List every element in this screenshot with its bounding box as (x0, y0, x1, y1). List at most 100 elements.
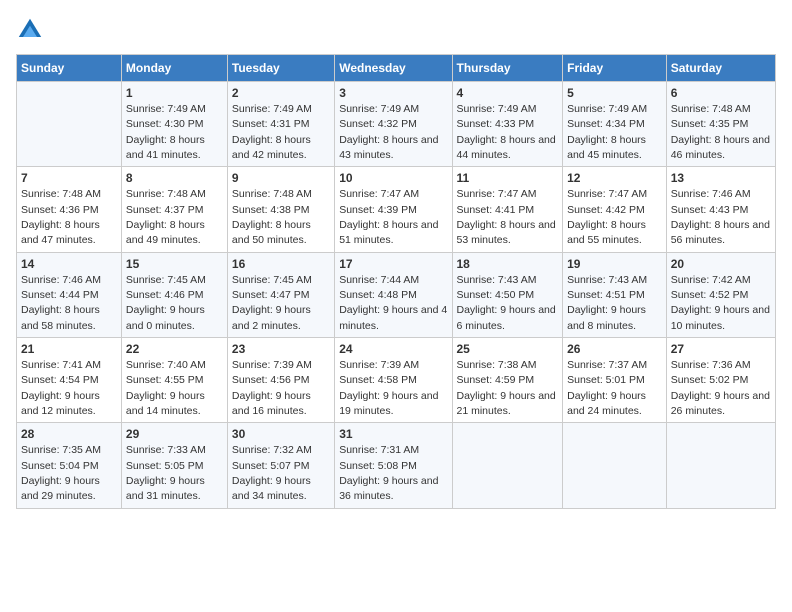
daylight-text: Daylight: 9 hours and 12 minutes. (21, 390, 100, 417)
day-number: 9 (232, 170, 330, 187)
sunrise-text: Sunrise: 7:48 AM (671, 103, 751, 115)
sunset-text: Sunset: 4:32 PM (339, 118, 417, 130)
calendar-cell: 8 Sunrise: 7:48 AM Sunset: 4:37 PM Dayli… (121, 167, 227, 252)
sunset-text: Sunset: 4:38 PM (232, 204, 310, 216)
sunset-text: Sunset: 4:59 PM (457, 374, 535, 386)
calendar-cell: 7 Sunrise: 7:48 AM Sunset: 4:36 PM Dayli… (17, 167, 122, 252)
day-number: 6 (671, 85, 771, 102)
day-number: 23 (232, 341, 330, 358)
day-number: 29 (126, 426, 223, 443)
sunset-text: Sunset: 4:44 PM (21, 289, 99, 301)
calendar-cell: 9 Sunrise: 7:48 AM Sunset: 4:38 PM Dayli… (227, 167, 334, 252)
calendar-cell: 3 Sunrise: 7:49 AM Sunset: 4:32 PM Dayli… (335, 82, 452, 167)
calendar-cell: 24 Sunrise: 7:39 AM Sunset: 4:58 PM Dayl… (335, 338, 452, 423)
sunrise-text: Sunrise: 7:48 AM (126, 188, 206, 200)
sunrise-text: Sunrise: 7:49 AM (339, 103, 419, 115)
sunset-text: Sunset: 4:58 PM (339, 374, 417, 386)
day-number: 18 (457, 256, 559, 273)
sunrise-text: Sunrise: 7:33 AM (126, 444, 206, 456)
day-number: 13 (671, 170, 771, 187)
calendar-cell (17, 82, 122, 167)
daylight-text: Daylight: 8 hours and 53 minutes. (457, 219, 556, 246)
daylight-text: Daylight: 9 hours and 19 minutes. (339, 390, 438, 417)
day-number: 27 (671, 341, 771, 358)
day-number: 19 (567, 256, 662, 273)
calendar-cell: 1 Sunrise: 7:49 AM Sunset: 4:30 PM Dayli… (121, 82, 227, 167)
sunrise-text: Sunrise: 7:43 AM (567, 274, 647, 286)
sunrise-text: Sunrise: 7:32 AM (232, 444, 312, 456)
daylight-text: Daylight: 9 hours and 34 minutes. (232, 475, 311, 502)
calendar-cell: 22 Sunrise: 7:40 AM Sunset: 4:55 PM Dayl… (121, 338, 227, 423)
daylight-text: Daylight: 8 hours and 41 minutes. (126, 134, 205, 161)
day-header-wednesday: Wednesday (335, 55, 452, 82)
calendar-cell: 31 Sunrise: 7:31 AM Sunset: 5:08 PM Dayl… (335, 423, 452, 508)
day-header-friday: Friday (563, 55, 667, 82)
sunrise-text: Sunrise: 7:35 AM (21, 444, 101, 456)
week-row-3: 14 Sunrise: 7:46 AM Sunset: 4:44 PM Dayl… (17, 252, 776, 337)
daylight-text: Daylight: 8 hours and 58 minutes. (21, 304, 100, 331)
logo-icon (16, 16, 44, 44)
sunrise-text: Sunrise: 7:48 AM (232, 188, 312, 200)
week-row-1: 1 Sunrise: 7:49 AM Sunset: 4:30 PM Dayli… (17, 82, 776, 167)
calendar-cell: 12 Sunrise: 7:47 AM Sunset: 4:42 PM Dayl… (563, 167, 667, 252)
day-number: 11 (457, 170, 559, 187)
calendar-cell: 28 Sunrise: 7:35 AM Sunset: 5:04 PM Dayl… (17, 423, 122, 508)
sunset-text: Sunset: 4:48 PM (339, 289, 417, 301)
sunset-text: Sunset: 4:33 PM (457, 118, 535, 130)
calendar-table: SundayMondayTuesdayWednesdayThursdayFrid… (16, 54, 776, 509)
sunset-text: Sunset: 4:36 PM (21, 204, 99, 216)
calendar-cell (666, 423, 775, 508)
sunset-text: Sunset: 5:02 PM (671, 374, 749, 386)
sunset-text: Sunset: 5:05 PM (126, 460, 204, 472)
sunrise-text: Sunrise: 7:39 AM (339, 359, 419, 371)
sunset-text: Sunset: 5:08 PM (339, 460, 417, 472)
sunrise-text: Sunrise: 7:36 AM (671, 359, 751, 371)
day-header-monday: Monday (121, 55, 227, 82)
calendar-cell: 4 Sunrise: 7:49 AM Sunset: 4:33 PM Dayli… (452, 82, 563, 167)
sunset-text: Sunset: 4:51 PM (567, 289, 645, 301)
sunset-text: Sunset: 5:04 PM (21, 460, 99, 472)
sunrise-text: Sunrise: 7:39 AM (232, 359, 312, 371)
daylight-text: Daylight: 9 hours and 29 minutes. (21, 475, 100, 502)
day-number: 31 (339, 426, 447, 443)
header-row: SundayMondayTuesdayWednesdayThursdayFrid… (17, 55, 776, 82)
week-row-5: 28 Sunrise: 7:35 AM Sunset: 5:04 PM Dayl… (17, 423, 776, 508)
sunrise-text: Sunrise: 7:49 AM (567, 103, 647, 115)
daylight-text: Daylight: 8 hours and 42 minutes. (232, 134, 311, 161)
day-number: 3 (339, 85, 447, 102)
daylight-text: Daylight: 9 hours and 14 minutes. (126, 390, 205, 417)
sunset-text: Sunset: 4:46 PM (126, 289, 204, 301)
calendar-cell: 26 Sunrise: 7:37 AM Sunset: 5:01 PM Dayl… (563, 338, 667, 423)
day-number: 8 (126, 170, 223, 187)
daylight-text: Daylight: 9 hours and 10 minutes. (671, 304, 770, 331)
day-number: 20 (671, 256, 771, 273)
day-number: 30 (232, 426, 330, 443)
calendar-cell: 29 Sunrise: 7:33 AM Sunset: 5:05 PM Dayl… (121, 423, 227, 508)
day-header-sunday: Sunday (17, 55, 122, 82)
week-row-2: 7 Sunrise: 7:48 AM Sunset: 4:36 PM Dayli… (17, 167, 776, 252)
sunset-text: Sunset: 4:34 PM (567, 118, 645, 130)
day-number: 22 (126, 341, 223, 358)
daylight-text: Daylight: 8 hours and 47 minutes. (21, 219, 100, 246)
week-row-4: 21 Sunrise: 7:41 AM Sunset: 4:54 PM Dayl… (17, 338, 776, 423)
calendar-cell: 25 Sunrise: 7:38 AM Sunset: 4:59 PM Dayl… (452, 338, 563, 423)
calendar-cell: 23 Sunrise: 7:39 AM Sunset: 4:56 PM Dayl… (227, 338, 334, 423)
day-number: 28 (21, 426, 117, 443)
calendar-cell: 14 Sunrise: 7:46 AM Sunset: 4:44 PM Dayl… (17, 252, 122, 337)
calendar-cell: 6 Sunrise: 7:48 AM Sunset: 4:35 PM Dayli… (666, 82, 775, 167)
day-number: 7 (21, 170, 117, 187)
day-number: 1 (126, 85, 223, 102)
day-number: 16 (232, 256, 330, 273)
sunset-text: Sunset: 4:35 PM (671, 118, 749, 130)
calendar-cell: 20 Sunrise: 7:42 AM Sunset: 4:52 PM Dayl… (666, 252, 775, 337)
daylight-text: Daylight: 8 hours and 45 minutes. (567, 134, 646, 161)
daylight-text: Daylight: 9 hours and 36 minutes. (339, 475, 438, 502)
daylight-text: Daylight: 8 hours and 44 minutes. (457, 134, 556, 161)
daylight-text: Daylight: 9 hours and 26 minutes. (671, 390, 770, 417)
day-number: 24 (339, 341, 447, 358)
day-number: 12 (567, 170, 662, 187)
sunset-text: Sunset: 4:55 PM (126, 374, 204, 386)
day-number: 5 (567, 85, 662, 102)
sunrise-text: Sunrise: 7:47 AM (457, 188, 537, 200)
calendar-cell: 18 Sunrise: 7:43 AM Sunset: 4:50 PM Dayl… (452, 252, 563, 337)
